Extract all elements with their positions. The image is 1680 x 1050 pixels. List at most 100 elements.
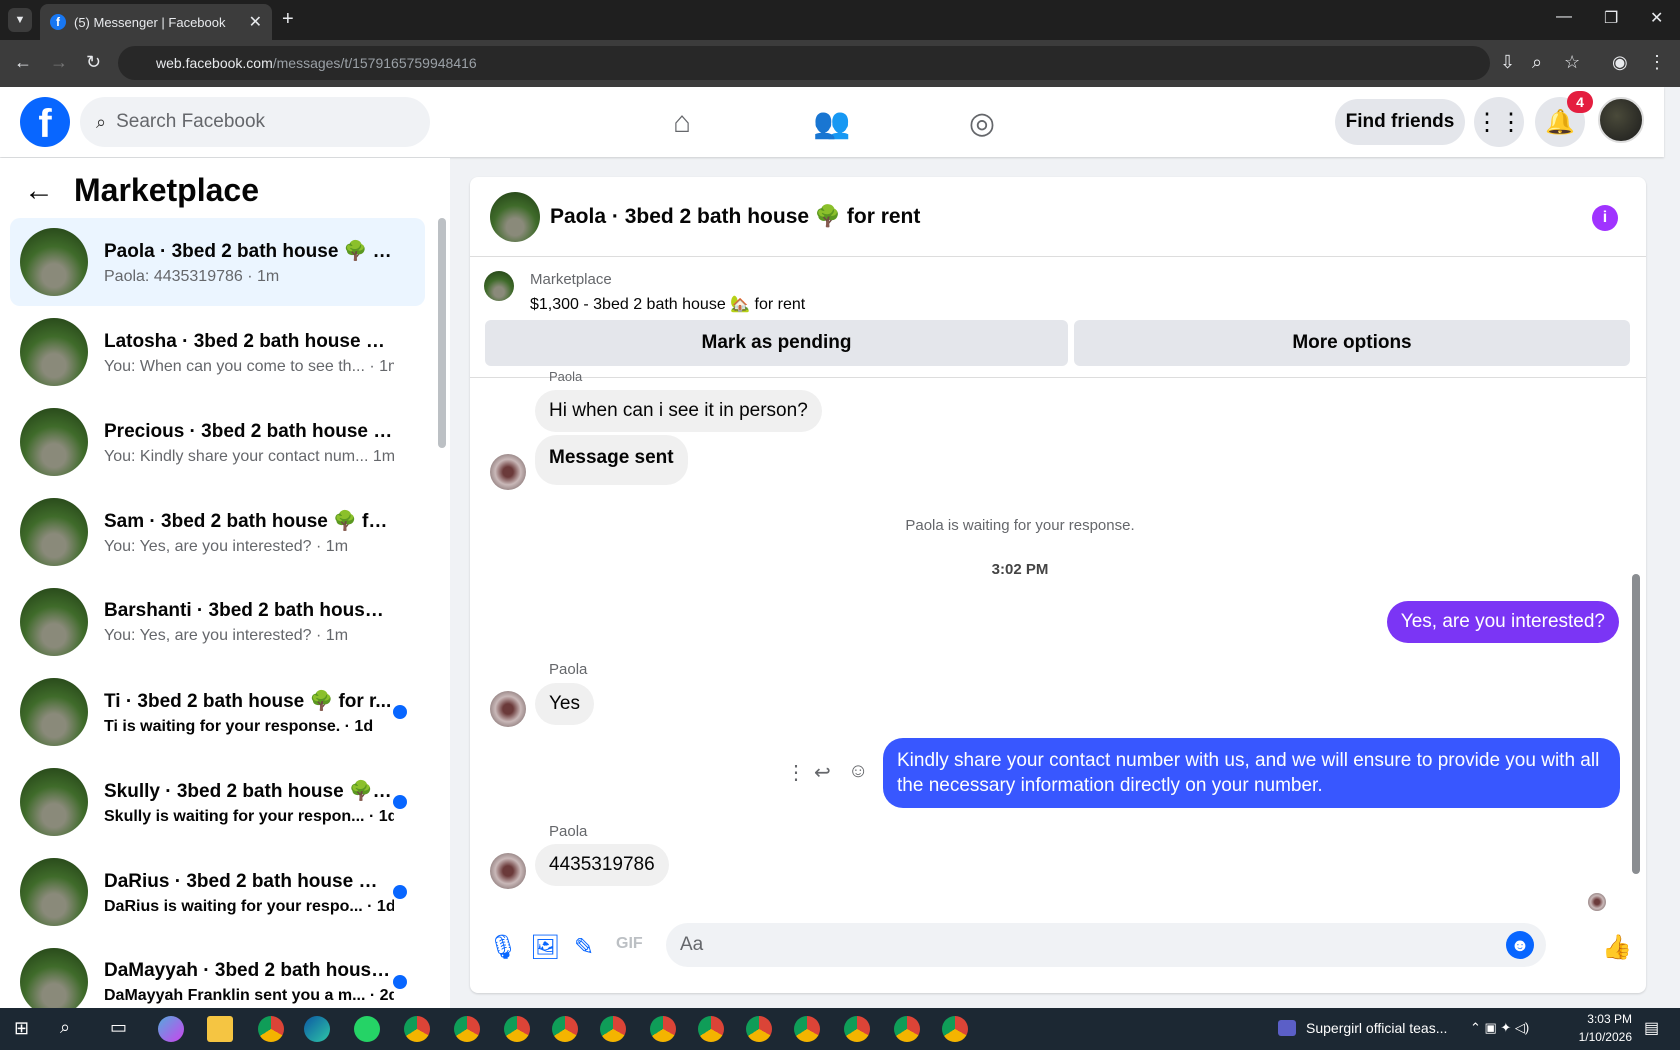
conversation-item[interactable]: DaRius · 3bed 2 bath house 🌳... DaRius is…	[10, 848, 425, 936]
chrome-icon[interactable]	[844, 1016, 870, 1042]
media-title[interactable]: Supergirl official teas...	[1306, 1020, 1447, 1036]
listing-thumbnail[interactable]	[490, 191, 540, 242]
listing-summary[interactable]: Marketplace $1,300 - 3bed 2 bath house 🏡…	[484, 271, 805, 314]
microphone-icon[interactable]: 🎙	[488, 933, 518, 962]
forward-icon[interactable]: →	[50, 52, 68, 73]
seen-avatar	[1588, 893, 1606, 911]
message-bubble[interactable]: Message sent	[535, 435, 688, 485]
photo-icon[interactable]: 🖼	[530, 933, 560, 962]
copilot-icon[interactable]	[158, 1016, 184, 1042]
conversation-item[interactable]: Skully · 3bed 2 bath house 🌳 f... Skully …	[10, 758, 425, 846]
minimize-icon[interactable]: —	[1556, 8, 1572, 26]
groups-icon[interactable]: ◎	[962, 103, 1002, 143]
message-bubble[interactable]: 4435319786	[535, 844, 669, 886]
avatar[interactable]	[490, 853, 526, 889]
bookmark-star-icon[interactable]: ☆	[1564, 52, 1580, 73]
chrome-icon[interactable]	[746, 1016, 772, 1042]
chrome-icon[interactable]	[698, 1016, 724, 1042]
conversation-title: Barshanti · 3bed 2 bath house ...	[104, 599, 394, 621]
unread-dot	[393, 975, 407, 989]
zoom-icon[interactable]: ⌕	[1532, 52, 1542, 73]
start-icon[interactable]: ⊞	[14, 1018, 29, 1039]
chrome-icon[interactable]	[894, 1016, 920, 1042]
find-friends-button[interactable]: Find friends	[1335, 99, 1465, 145]
message-input[interactable]: Aa ☻	[666, 923, 1546, 967]
conversation-item[interactable]: Precious · 3bed 2 bath house 🌳 ... You: K…	[10, 398, 425, 486]
gif-icon[interactable]: GIF	[616, 935, 643, 953]
new-tab-button[interactable]: +	[282, 8, 294, 31]
listing-thumbnail	[20, 858, 88, 926]
whatsapp-icon[interactable]	[354, 1016, 380, 1042]
file-explorer-icon[interactable]	[207, 1016, 233, 1042]
reload-icon[interactable]: ↻	[86, 52, 101, 73]
search-icon[interactable]: ⌕	[60, 1017, 70, 1038]
edge-icon[interactable]	[304, 1016, 330, 1042]
menu-icon[interactable]: ⋮	[1648, 52, 1666, 73]
tab-close-icon[interactable]: ✕	[249, 12, 262, 32]
clock-time[interactable]: 3:03 PM	[1572, 1012, 1632, 1026]
clock-date[interactable]: 1/10/2026	[1562, 1030, 1632, 1044]
emoji-icon[interactable]: ☻	[1506, 931, 1534, 959]
tab-title: (5) Messenger | Facebook	[74, 14, 226, 30]
message-bubble-sent[interactable]: Yes, are you interested?	[1386, 601, 1619, 643]
search-input[interactable]: ⌕ Search Facebook	[80, 97, 430, 147]
chrome-icon[interactable]	[404, 1016, 430, 1042]
tray-icons[interactable]: ⌃ ▣ ✦ ◁)	[1470, 1020, 1529, 1036]
react-icon[interactable]: ☺	[848, 760, 868, 783]
more-icon[interactable]: ⋮	[786, 760, 806, 785]
unread-dot	[393, 795, 407, 809]
message-bubble[interactable]: Hi when can i see it in person?	[535, 390, 822, 432]
conversation-preview: You: Kindly share your contact num... 1m	[104, 447, 394, 465]
chrome-icon[interactable]	[504, 1016, 530, 1042]
mark-as-pending-button[interactable]: Mark as pending	[485, 320, 1068, 366]
account-avatar[interactable]	[1598, 97, 1644, 143]
conversation-item[interactable]: Latosha · 3bed 2 bath house 🌳 f... You: W…	[10, 308, 425, 396]
avatar[interactable]	[490, 691, 526, 727]
sidebar-title: Marketplace	[74, 172, 259, 208]
profile-icon[interactable]: ◉	[1612, 52, 1628, 73]
notification-center-icon[interactable]: ▤	[1644, 1018, 1659, 1038]
message-input-placeholder: Aa	[680, 934, 704, 955]
avatar[interactable]	[490, 454, 526, 490]
browser-tab[interactable]: f (5) Messenger | Facebook ✕	[40, 4, 272, 40]
tab-search-button[interactable]: ▼	[8, 8, 32, 32]
menu-grid-icon[interactable]: ⋮⋮	[1474, 97, 1524, 147]
conversation-title: Paola · 3bed 2 bath house 🌳 for...	[104, 240, 394, 262]
reply-icon[interactable]: ↩	[814, 760, 831, 785]
chrome-icon[interactable]	[942, 1016, 968, 1042]
install-icon[interactable]: ⇩	[1500, 52, 1515, 73]
home-icon[interactable]: ⌂	[662, 103, 702, 143]
sticker-icon[interactable]: ✎	[574, 933, 594, 962]
chrome-icon[interactable]	[600, 1016, 626, 1042]
conversation-item[interactable]: DaMayyah · 3bed 2 bath house... DaMayyah …	[10, 938, 425, 1008]
more-options-button[interactable]: More options	[1074, 320, 1630, 366]
chat-title[interactable]: Paola · 3bed 2 bath house 🌳 for rent	[550, 205, 920, 229]
facebook-logo-icon[interactable]: f	[20, 97, 70, 147]
restore-icon[interactable]: ❐	[1604, 8, 1618, 28]
url-path: /messages/t/1579165759948416	[272, 55, 477, 71]
message-bubble[interactable]: Yes	[535, 683, 594, 725]
conversation-sidebar: ← Marketplace Paola · 3bed 2 bath house …	[0, 158, 450, 1008]
back-icon[interactable]: ←	[14, 52, 32, 73]
back-arrow-icon[interactable]: ←	[24, 174, 54, 208]
chat-scrollbar[interactable]	[1632, 574, 1640, 874]
sender-name: Paola	[549, 823, 588, 840]
sidebar-scrollbar[interactable]	[438, 218, 446, 448]
divider	[470, 377, 1646, 378]
friends-icon[interactable]: 👥	[812, 103, 852, 143]
message-bubble-sent[interactable]: Kindly share your contact number with us…	[883, 738, 1620, 808]
chrome-icon[interactable]	[258, 1016, 284, 1042]
conversation-item[interactable]: Sam · 3bed 2 bath house 🌳 for r... You: Y…	[10, 488, 425, 576]
like-thumb-icon[interactable]: 👍	[1602, 933, 1632, 962]
info-icon[interactable]: i	[1592, 205, 1618, 231]
close-window-icon[interactable]: ✕	[1650, 8, 1663, 28]
conversation-item[interactable]: Paola · 3bed 2 bath house 🌳 for... Paola:…	[10, 218, 425, 306]
conversation-item[interactable]: Ti · 3bed 2 bath house 🌳 for r... Ti is w…	[10, 668, 425, 756]
chrome-icon[interactable]	[650, 1016, 676, 1042]
task-view-icon[interactable]: ▭	[110, 1017, 127, 1038]
chrome-icon[interactable]	[794, 1016, 820, 1042]
chrome-icon[interactable]	[454, 1016, 480, 1042]
address-bar[interactable]: web.facebook.com/messages/t/157916575994…	[118, 46, 1490, 80]
conversation-item[interactable]: Barshanti · 3bed 2 bath house ... You: Ye…	[10, 578, 425, 666]
chrome-icon[interactable]	[552, 1016, 578, 1042]
